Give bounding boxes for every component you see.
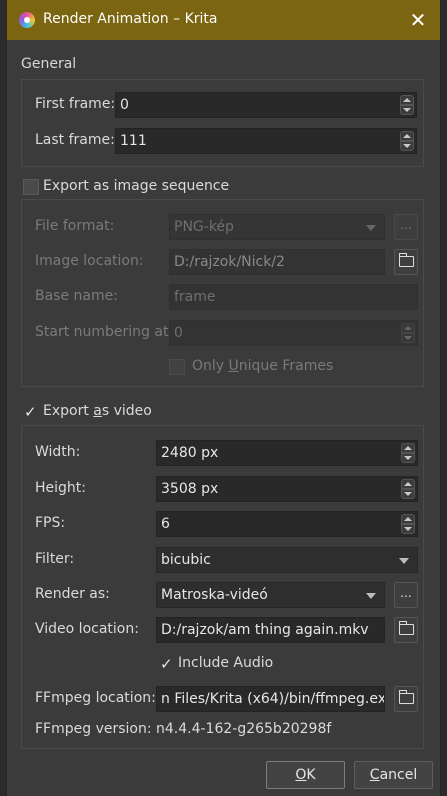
fps-value: 6 [161,516,170,532]
chevron-down-icon [366,593,376,599]
fps-spin-arrows[interactable] [401,514,415,534]
file-format-combo[interactable]: PNG-kép [169,214,385,240]
only-unique-frames-label[interactable]: Only Unique Frames [192,358,333,374]
window-title: Render Animation – Krita [43,11,218,27]
first-frame-spin-arrows[interactable] [400,95,414,115]
fps-spinbox[interactable]: 6 [156,511,418,537]
filter-label: Filter: [35,551,75,567]
start-numbering-spinbox[interactable]: 0 [169,320,418,346]
spin-down-icon[interactable] [401,489,415,499]
ffmpeg-location-label: FFmpeg location: [35,690,156,706]
render-as-combo[interactable]: Matroska-videó [156,582,385,608]
render-as-value: Matroska-videó [161,587,268,603]
title-bar[interactable]: Render Animation – Krita ✕ [7,0,440,40]
folder-icon [398,253,414,267]
spin-up-icon[interactable] [401,323,415,333]
general-group-title: General [21,56,77,72]
start-numbering-value: 0 [174,325,183,341]
export-image-sequence-checkbox[interactable] [23,179,39,195]
only-unique-frames-checkbox[interactable] [169,359,185,375]
spin-down-icon[interactable] [400,105,414,115]
close-button[interactable]: ✕ [404,6,432,34]
export-image-sequence-label[interactable]: Export as image sequence [43,178,229,194]
file-format-value: PNG-kép [174,219,234,235]
first-frame-spinbox[interactable]: 0 [115,92,417,118]
ffmpeg-location-browse-button[interactable] [394,686,418,712]
height-spin-arrows[interactable] [401,479,415,499]
image-location-label: Image location: [35,253,144,269]
width-value: 2480 px [161,445,219,461]
spin-down-icon[interactable] [400,141,414,151]
image-location-browse-button[interactable] [394,249,418,275]
width-label: Width: [35,444,81,460]
base-name-field[interactable]: frame [169,284,418,310]
image-location-field[interactable]: D:/rajzok/Nick/2 [169,249,385,275]
spin-down-icon[interactable] [401,524,415,534]
width-spin-arrows[interactable] [401,443,415,463]
last-frame-label: Last frame: [35,132,115,148]
folder-icon [398,621,414,635]
start-numbering-spin-arrows[interactable] [401,323,415,343]
video-location-label: Video location: [35,621,139,637]
spin-down-icon[interactable] [401,453,415,463]
cancel-button[interactable]: Cancel [354,761,433,789]
ffmpeg-location-field[interactable]: n Files/Krita (x64)/bin/ffmpeg.exe [156,686,385,712]
ok-button[interactable]: OK [266,761,345,789]
export-video-check-icon[interactable]: ✓ [24,404,37,420]
ffmpeg-version-label: FFmpeg version: [35,721,152,737]
first-frame-value: 0 [120,97,129,113]
ffmpeg-version-value: n4.4.4-162-g265b20298f [156,721,332,737]
spin-up-icon[interactable] [401,514,415,524]
spin-up-icon[interactable] [401,443,415,453]
folder-icon [398,690,414,704]
include-audio-label[interactable]: Include Audio [178,655,273,671]
render-as-label: Render as: [35,586,110,602]
width-spinbox[interactable]: 2480 px [156,440,418,466]
filter-combo[interactable]: bicubic [156,547,418,573]
base-name-label: Base name: [35,288,118,304]
chevron-down-icon [399,558,409,564]
filter-value: bicubic [161,552,211,568]
krita-app-icon [19,12,35,28]
last-frame-spinbox[interactable]: 111 [115,128,417,154]
video-location-field[interactable]: D:/rajzok/am thing again.mkv [156,617,385,643]
export-video-label[interactable]: Export as video [43,403,152,419]
include-audio-check-icon[interactable]: ✓ [160,656,173,672]
fps-label: FPS: [35,515,66,531]
height-spinbox[interactable]: 3508 px [156,476,418,502]
file-format-options-button[interactable]: ... [394,214,418,240]
height-value: 3508 px [161,481,219,497]
file-format-label: File format: [35,218,115,234]
spin-up-icon[interactable] [400,131,414,141]
start-numbering-label: Start numbering at: [35,324,174,340]
chevron-down-icon [366,225,376,231]
video-location-browse-button[interactable] [394,617,418,643]
render-animation-dialog: Render Animation – Krita ✕ General First… [7,0,440,796]
height-label: Height: [35,480,86,496]
spin-up-icon[interactable] [401,479,415,489]
spin-down-icon[interactable] [401,333,415,343]
last-frame-spin-arrows[interactable] [400,131,414,151]
first-frame-label: First frame: [35,96,116,112]
render-as-options-button[interactable]: ... [394,582,418,608]
last-frame-value: 111 [120,133,147,149]
spin-up-icon[interactable] [400,95,414,105]
